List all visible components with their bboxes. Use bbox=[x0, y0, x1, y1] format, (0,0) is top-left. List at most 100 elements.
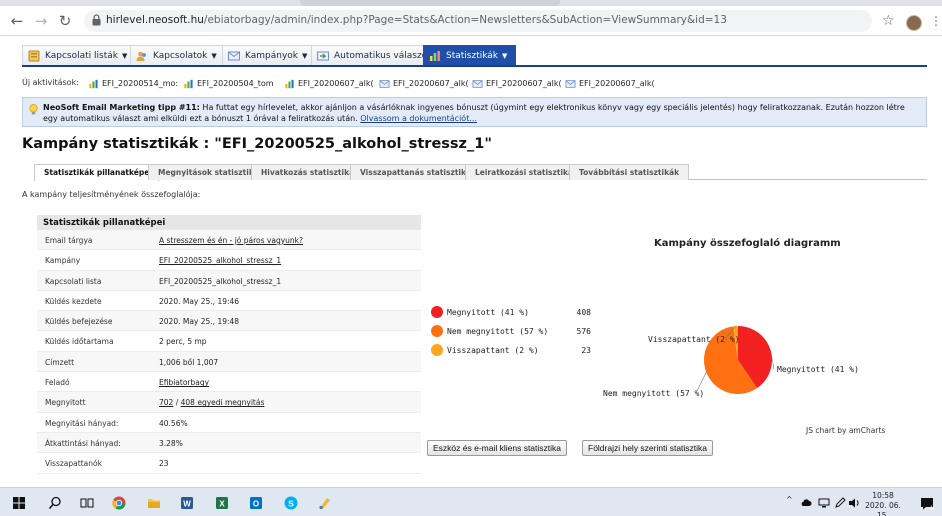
legend-swatch bbox=[431, 306, 443, 318]
unique-opens-link[interactable]: 408 egyedi megnyitás bbox=[181, 398, 265, 407]
menu-item-contact-lists[interactable]: Kapcsolati listák ▼ bbox=[22, 45, 137, 65]
table-row: Kampány EFI_20200525_alkohol_stressz_1 bbox=[37, 250, 421, 271]
pie-slice-label: Visszapattant (2 %) bbox=[648, 335, 740, 344]
network-icon[interactable] bbox=[818, 497, 830, 509]
bar-chart-icon bbox=[285, 79, 294, 89]
pen-icon[interactable] bbox=[834, 497, 846, 509]
excel-icon[interactable]: X bbox=[215, 496, 229, 510]
recent-item[interactable]: EFI_20200607_alk( bbox=[379, 77, 469, 91]
tip-banner: NeoSoft Email Marketing tipp #11: Ha fut… bbox=[22, 97, 927, 127]
pie-slice-label: Nem megnyitott (57 %) bbox=[603, 389, 704, 398]
outlook-icon[interactable]: O bbox=[249, 496, 263, 510]
stats-snapshot-table: Statisztikák pillanatképei Email tárgya A… bbox=[37, 215, 421, 474]
chevron-up-icon[interactable]: ^ bbox=[786, 495, 793, 504]
sender-link[interactable]: Efibiatorbagy bbox=[159, 378, 209, 387]
menu-kebab-icon[interactable]: ⋮ bbox=[930, 15, 942, 27]
task-view-icon[interactable] bbox=[80, 496, 94, 510]
contact-list-icon bbox=[28, 50, 40, 62]
bar-chart-icon bbox=[89, 79, 98, 89]
forward-arrow-icon[interactable]: → bbox=[32, 12, 50, 30]
chevron-down-icon: ▼ bbox=[502, 52, 508, 60]
bar-chart-icon bbox=[430, 51, 440, 61]
lock-icon bbox=[92, 14, 101, 26]
chart-credit[interactable]: JS chart by amCharts bbox=[806, 426, 885, 435]
svg-text:O: O bbox=[253, 500, 259, 509]
paint-icon[interactable] bbox=[318, 496, 332, 510]
table-row: Küldés befejezése 2020. May 25., 19:48 bbox=[37, 311, 421, 332]
recent-item[interactable]: EFI_20200514_mo: bbox=[88, 77, 178, 91]
app-page: Kapcsolati listák ▼ Kapcsolatok ▼ Kampányo… bbox=[0, 37, 942, 487]
recent-item[interactable]: EFI_20200504_tom bbox=[183, 77, 274, 91]
chevron-down-icon: ▼ bbox=[302, 52, 308, 60]
table-header: Statisztikák pillanatképei bbox=[37, 215, 421, 230]
browser-toolbar: ← → ↻ hirlevel.neosoft.hu/ebiatorbagy/ad… bbox=[0, 6, 942, 36]
file-explorer-icon[interactable] bbox=[147, 496, 161, 510]
windows-taskbar: W X O S ^ 10:582020. 06. 15. 12 bbox=[0, 487, 942, 516]
table-row: Küldés kezdete 2020. May 25., 19:46 bbox=[37, 291, 421, 312]
recent-item[interactable]: EFI_20200607_alk( bbox=[284, 77, 374, 91]
chart-title: Kampány összefoglaló diagramm bbox=[654, 238, 841, 249]
tip-more-link[interactable]: Olvassom a dokumentációt... bbox=[360, 114, 477, 123]
legend-item[interactable]: Visszapattant (2 %) 23 bbox=[431, 343, 591, 362]
campaign-link[interactable]: EFI_20200525_alkohol_stressz_1 bbox=[159, 256, 281, 265]
envelope-icon bbox=[472, 80, 483, 88]
legend-swatch bbox=[431, 325, 443, 337]
tab-snapshot[interactable]: Statisztikák pillanatképe bbox=[34, 164, 160, 181]
windows-start-icon[interactable] bbox=[12, 496, 26, 510]
address-bar[interactable]: hirlevel.neosoft.hu/ebiatorbagy/admin/in… bbox=[84, 10, 872, 32]
word-icon[interactable]: W bbox=[180, 496, 194, 510]
table-row: Küldés időtartama 2 perc, 5 mp bbox=[37, 331, 421, 352]
main-menu: Kapcsolati listák ▼ Kapcsolatok ▼ Kampányo… bbox=[22, 45, 927, 67]
notification-center-icon[interactable]: 12 bbox=[920, 496, 934, 510]
total-opens-link[interactable]: 702 bbox=[159, 398, 173, 407]
page-title: Kampány statisztikák : "EFI_20200525_alk… bbox=[22, 136, 492, 152]
bookmark-star-icon[interactable]: ☆ bbox=[882, 14, 895, 28]
search-icon[interactable] bbox=[48, 496, 62, 510]
envelope-icon bbox=[228, 51, 240, 61]
contacts-icon bbox=[136, 51, 146, 61]
table-row: Email tárgya A stresszem és én - jó páros… bbox=[37, 230, 421, 251]
lightbulb-icon bbox=[29, 104, 38, 115]
pie-slice-label: Megnyitott (41 %) bbox=[777, 365, 859, 374]
legend-item[interactable]: Nem megnyitott (57 %) 576 bbox=[431, 324, 591, 343]
subject-link[interactable]: A stresszem és én - jó páros vagyunk? bbox=[159, 236, 303, 245]
reload-icon[interactable]: ↻ bbox=[56, 12, 74, 30]
cloud-icon[interactable] bbox=[800, 497, 812, 509]
chevron-down-icon: ▼ bbox=[121, 52, 128, 60]
table-row: Megnyitási hányad: 40.56% bbox=[37, 413, 421, 433]
back-arrow-icon[interactable]: ← bbox=[8, 12, 26, 30]
recent-item[interactable]: EFI_20200607_alk( bbox=[472, 77, 562, 91]
profile-avatar[interactable] bbox=[906, 15, 922, 31]
legend-swatch bbox=[431, 344, 443, 356]
chrome-icon[interactable] bbox=[112, 496, 126, 510]
stats-tabs: Statisztikák pillanatképe Megnyitások st… bbox=[34, 164, 927, 181]
system-clock[interactable]: 10:58 2020. 06. 15. bbox=[858, 491, 908, 516]
skype-icon[interactable]: S bbox=[284, 496, 298, 510]
svg-text:W: W bbox=[183, 500, 191, 509]
recent-activity-label: Új aktivitások: bbox=[22, 78, 79, 87]
svg-text:X: X bbox=[219, 500, 225, 509]
url-text: hirlevel.neosoft.hu/ebiatorbagy/admin/in… bbox=[106, 14, 727, 26]
table-row: Megnyitott 702 / 408 egyedi megnyitás bbox=[37, 392, 421, 413]
svg-text:12: 12 bbox=[930, 506, 934, 511]
geo-stats-button[interactable]: Földrajzi hely szerinti statisztika bbox=[582, 440, 714, 456]
svg-text:S: S bbox=[288, 499, 294, 509]
chevron-down-icon: ▼ bbox=[211, 52, 217, 60]
menu-item-contacts[interactable]: Kapcsolatok ▼ bbox=[130, 45, 226, 65]
device-stats-button[interactable]: Eszköz és e-mail kliens statisztika bbox=[427, 440, 568, 456]
menu-item-campaigns[interactable]: Kampányok ▼ bbox=[222, 45, 317, 65]
autoresponder-icon bbox=[317, 51, 329, 61]
pie-chart: Megnyitott (41 %) Nem megnyitott (57 %) Vi… bbox=[603, 325, 859, 398]
table-row: Feladó Efibiatorbagy bbox=[37, 372, 421, 393]
table-row: Átkattintási hányad: 3.28% bbox=[37, 432, 421, 454]
envelope-icon bbox=[565, 80, 576, 88]
legend-item[interactable]: Megnyitott (41 %) 408 bbox=[431, 305, 591, 324]
recent-item[interactable]: EFI_20200607_alk( bbox=[565, 77, 655, 91]
chart-legend: Megnyitott (41 %) 408 Nem megnyitott (57 … bbox=[431, 305, 591, 362]
recent-activity-bar: Új aktivitások: EFI_20200514_mo: EFI_202… bbox=[22, 77, 927, 91]
envelope-icon bbox=[379, 80, 390, 88]
bar-chart-icon bbox=[184, 79, 193, 89]
table-row: Visszapattanók 23 bbox=[37, 453, 421, 474]
menu-item-statistics[interactable]: Statisztikák ▼ bbox=[423, 45, 517, 65]
tab-forwards[interactable]: Továbbítási statisztikák bbox=[569, 164, 690, 180]
